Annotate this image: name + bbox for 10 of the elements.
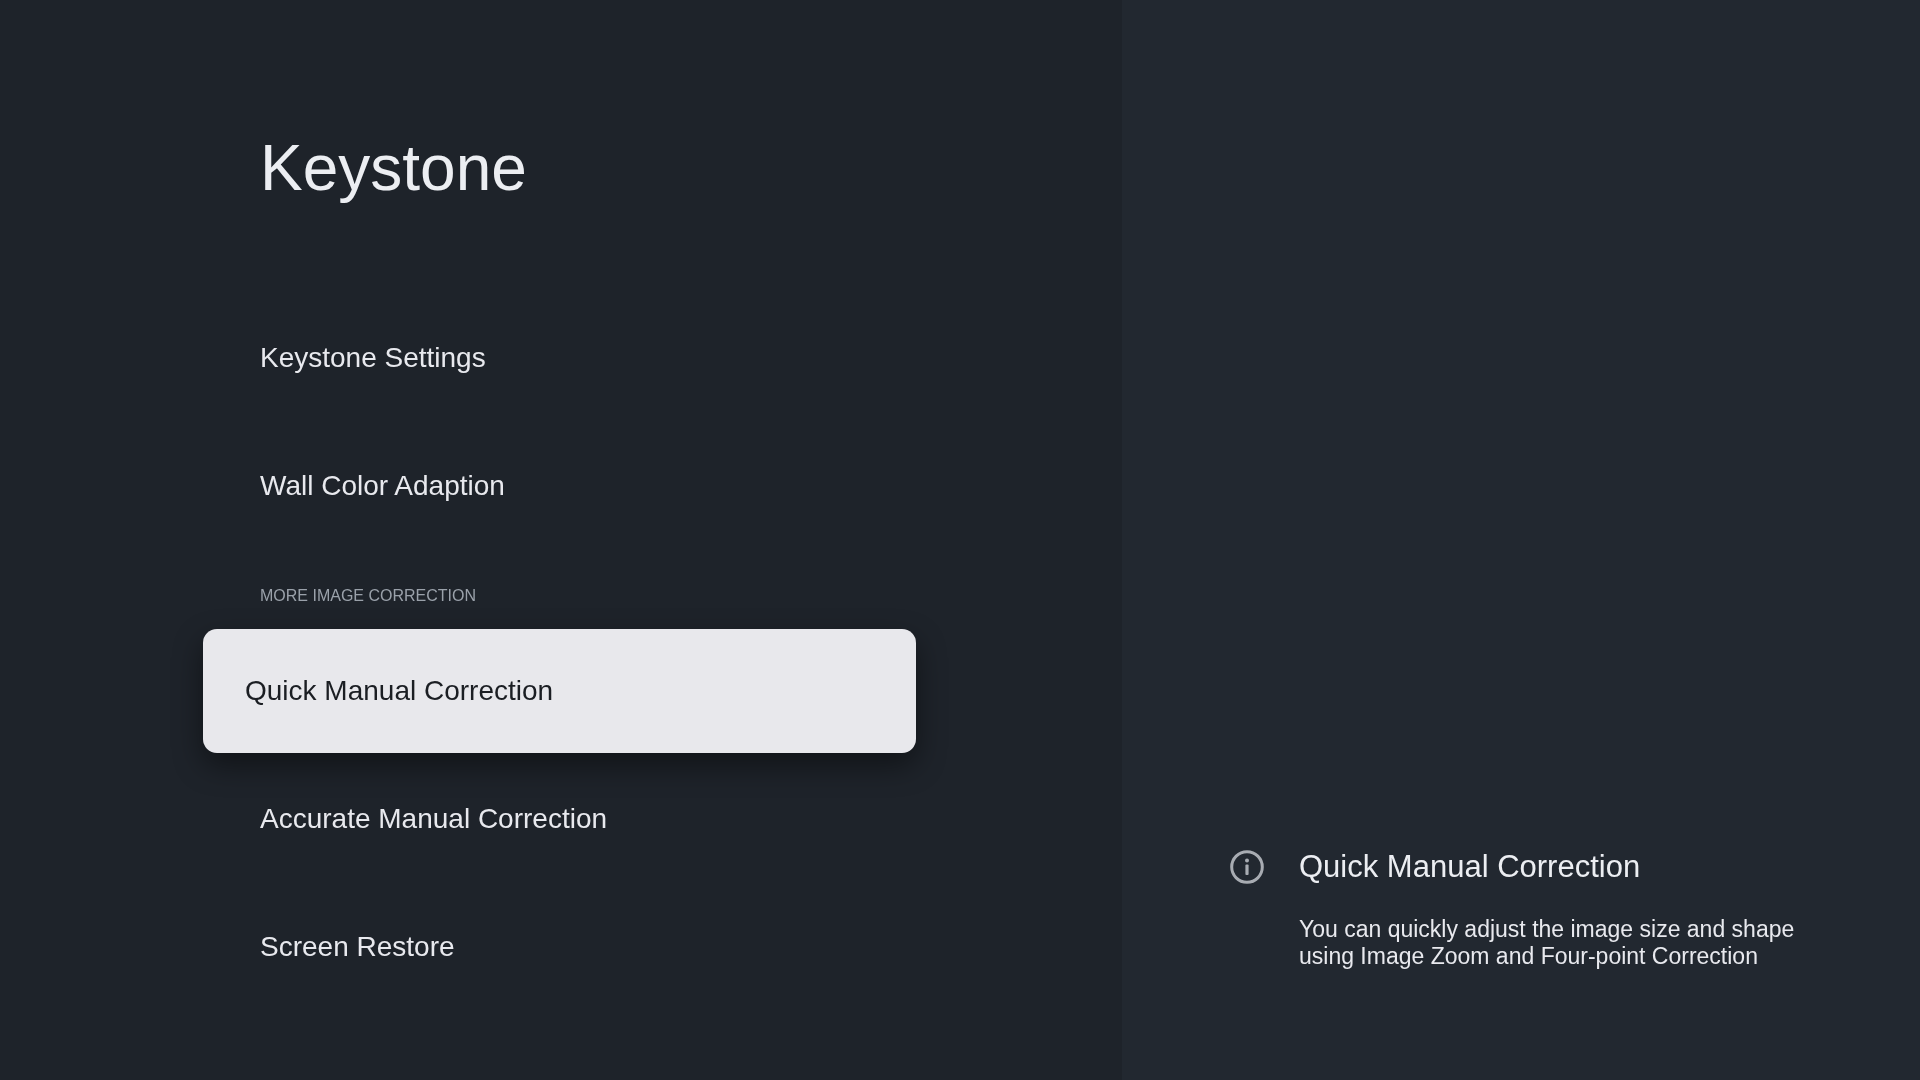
info-title: Quick Manual Correction — [1299, 849, 1642, 885]
menu-item[interactable]: Keystone Settings — [203, 296, 916, 420]
menu-item[interactable]: Accurate Manual Correction — [203, 757, 916, 881]
info-description: You can quickly adjust the image size and shape using Image Zoom and Four-point Correction — [1299, 916, 1796, 970]
menu-item[interactable]: Screen Restore — [203, 885, 916, 1009]
info-icon — [1230, 850, 1264, 884]
section-heading: MORE IMAGE CORRECTION — [260, 586, 476, 606]
menu-item[interactable]: Wall Color Adaption — [203, 424, 916, 548]
menu-item[interactable]: Quick Manual Correction — [203, 629, 916, 753]
page-title: Keystone — [260, 131, 528, 206]
